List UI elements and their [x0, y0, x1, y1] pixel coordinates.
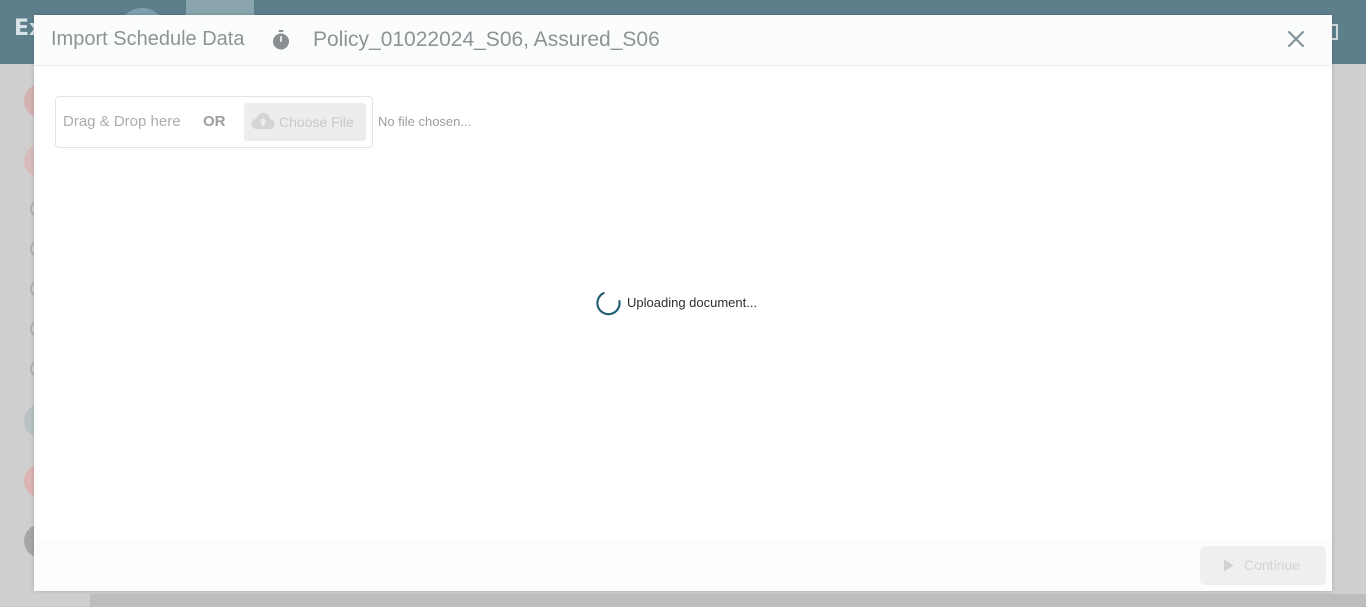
or-label: OR: [203, 113, 226, 130]
no-file-text: No file chosen...: [378, 114, 472, 129]
file-drop-zone[interactable]: Drag & Drop here OR Choose File: [55, 96, 373, 148]
close-icon[interactable]: [1284, 27, 1308, 51]
modal-header: Import Schedule Data Policy_01022024_S06…: [34, 15, 1332, 66]
play-icon: [1224, 559, 1234, 572]
cloud-upload-icon: [251, 113, 275, 129]
modal-footer: Continue: [34, 540, 1332, 591]
modal-subtitle: Policy_01022024_S06, Assured_S06: [313, 28, 660, 51]
continue-label: Continue: [1244, 557, 1301, 573]
choose-file-button[interactable]: Choose File: [244, 103, 366, 141]
uploading-status: Uploading document...: [627, 295, 758, 310]
continue-button[interactable]: Continue: [1200, 546, 1326, 585]
app-bottom-bar: [90, 594, 1366, 607]
spinner-icon: [596, 292, 621, 316]
import-schedule-modal: Import Schedule Data Policy_01022024_S06…: [34, 15, 1332, 591]
stopwatch-icon: [273, 30, 289, 50]
modal-title: Import Schedule Data: [51, 28, 245, 50]
choose-file-label: Choose File: [279, 114, 354, 130]
drag-drop-label: Drag & Drop here: [63, 113, 181, 130]
